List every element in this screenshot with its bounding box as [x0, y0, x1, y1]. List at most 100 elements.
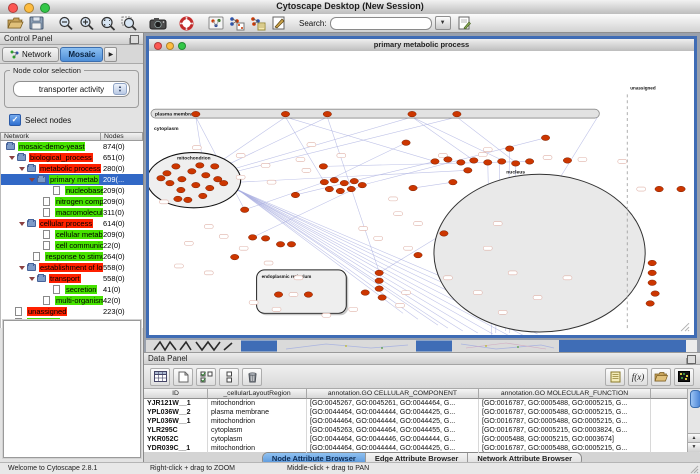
- network-node[interactable]: [402, 140, 410, 146]
- select-attributes-icon[interactable]: [196, 368, 216, 386]
- network-node[interactable]: [541, 135, 549, 141]
- network-edge[interactable]: [245, 182, 325, 210]
- expand-icon[interactable]: [29, 178, 35, 182]
- table-cell[interactable]: YJR121W__1: [144, 399, 208, 408]
- select-nodes-checkbox[interactable]: ✓: [9, 114, 21, 126]
- network-node[interactable]: [457, 160, 465, 166]
- network-node[interactable]: [440, 231, 448, 237]
- table-cell[interactable]: [GO:0044464, GO:0044444, GO:0044425, G..…: [307, 408, 479, 417]
- table-cell[interactable]: YKR052C: [144, 435, 208, 444]
- network-node[interactable]: [336, 188, 344, 194]
- table-cell[interactable]: [GO:0044464, GO:0044444, GO:0044425, G..…: [307, 444, 479, 453]
- table-cell[interactable]: mitochondrion: [208, 399, 307, 408]
- tree-row[interactable]: nitrogen compo209(0): [1, 196, 143, 207]
- network-node[interactable]: [178, 176, 186, 182]
- network-node[interactable]: [563, 158, 571, 164]
- network-label[interactable]: nitrogen compo: [55, 197, 103, 206]
- float-panel-icon[interactable]: [130, 35, 139, 44]
- delete-attribute-icon[interactable]: [242, 368, 262, 386]
- network-node[interactable]: [511, 161, 519, 167]
- network-node[interactable]: [361, 290, 369, 296]
- tab-network[interactable]: Network: [2, 47, 59, 62]
- network-label[interactable]: response to stimulu: [45, 252, 103, 261]
- tree-row[interactable]: biological_process651(0): [1, 152, 143, 163]
- table-cell[interactable]: [GO:0045267, GO:0045261, GO:0044464, G..…: [307, 399, 479, 408]
- table-cell[interactable]: [GO:0016787, GO:0005488, GO:0005215, G..…: [479, 444, 651, 453]
- network-node[interactable]: [651, 291, 659, 297]
- table-row[interactable]: YLR295Ccytoplasm[GO:0045263, GO:0044464,…: [144, 426, 700, 435]
- attribute-table-icon[interactable]: [150, 368, 170, 386]
- network-node[interactable]: [408, 111, 416, 117]
- table-cell[interactable]: mitochondrion: [208, 417, 307, 426]
- network-node[interactable]: [174, 196, 182, 202]
- column-header[interactable]: _cellularLayoutRegion: [208, 389, 307, 399]
- network-node[interactable]: [449, 179, 457, 185]
- network-node[interactable]: [525, 159, 533, 165]
- frame-resize-grip[interactable]: [681, 323, 689, 331]
- expand-icon[interactable]: [29, 277, 35, 281]
- help-icon[interactable]: [176, 15, 197, 32]
- matrix-icon[interactable]: [674, 368, 694, 386]
- network-edge[interactable]: [221, 117, 457, 175]
- table-cell[interactable]: YPL036W__2: [144, 408, 208, 417]
- table-cell[interactable]: plasma membrane: [208, 408, 307, 417]
- tree-row[interactable]: cell communicat22(0): [1, 240, 143, 251]
- table-cell[interactable]: cytoplasm: [208, 435, 307, 444]
- network-node[interactable]: [444, 157, 452, 163]
- network-edge[interactable]: [413, 182, 453, 188]
- table-cell[interactable]: [GO:0045263, GO:0044464, GO:0044455, G..…: [307, 426, 479, 435]
- network-node[interactable]: [184, 197, 192, 203]
- network-node[interactable]: [304, 292, 312, 298]
- tree-row[interactable]: nucleobase-209(0): [1, 185, 143, 196]
- network-edge[interactable]: [412, 117, 503, 160]
- network-node[interactable]: [231, 254, 239, 260]
- tree-row[interactable]: cellular metabo209(0): [1, 229, 143, 240]
- region-nucleus[interactable]: [434, 174, 645, 332]
- layout-network-icon[interactable]: [226, 15, 247, 32]
- expand-icon[interactable]: [19, 266, 25, 270]
- network-label[interactable]: multi-organism pro: [55, 296, 103, 305]
- tree-header-network[interactable]: Network: [0, 132, 101, 141]
- expand-icon[interactable]: [19, 167, 25, 171]
- scroll-down-icon[interactable]: ▼: [688, 442, 700, 452]
- tree-row[interactable]: metabolic process280(0): [1, 163, 143, 174]
- zoom-out-icon[interactable]: [55, 15, 76, 32]
- network-node[interactable]: [375, 278, 383, 284]
- network-node[interactable]: [281, 111, 289, 117]
- network-label[interactable]: secretion: [65, 285, 97, 294]
- save-session-icon[interactable]: [26, 15, 47, 32]
- network-node[interactable]: [291, 192, 299, 198]
- tree-row[interactable]: transport558(0): [1, 273, 143, 284]
- table-cell[interactable]: YPL036W__1: [144, 417, 208, 426]
- network-node[interactable]: [325, 186, 333, 192]
- network-node[interactable]: [358, 182, 366, 188]
- network-node[interactable]: [320, 179, 328, 185]
- network-node[interactable]: [655, 186, 663, 192]
- frame-resize-grip[interactable]: [688, 330, 689, 331]
- tree-row[interactable]: secretion41(0): [1, 284, 143, 295]
- network-node[interactable]: [211, 164, 219, 170]
- search-input[interactable]: [330, 17, 432, 30]
- zoom-selected-icon[interactable]: [118, 15, 139, 32]
- network-node[interactable]: [276, 242, 284, 248]
- network-label[interactable]: establishment of lo: [39, 263, 103, 272]
- notes-icon[interactable]: [605, 368, 625, 386]
- network-node[interactable]: [166, 180, 174, 186]
- open-session-icon[interactable]: [5, 15, 26, 32]
- annotation-icon[interactable]: [268, 15, 289, 32]
- birdseye-view[interactable]: [3, 320, 141, 458]
- network-node[interactable]: [453, 111, 461, 117]
- tree-row[interactable]: cellular process614(0): [1, 218, 143, 229]
- table-cell[interactable]: [GO:0044464, GO:0044444, GO:0044425, G..…: [307, 417, 479, 426]
- function-builder-icon[interactable]: f(x): [628, 368, 648, 386]
- table-scrollbar[interactable]: ▲ ▼: [687, 389, 700, 452]
- network-label[interactable]: biological_process: [29, 153, 93, 162]
- network-node[interactable]: [287, 242, 295, 248]
- network-node[interactable]: [409, 185, 417, 191]
- tree-row[interactable]: macromolecule311(0): [1, 207, 143, 218]
- network-node[interactable]: [350, 178, 358, 184]
- network-node[interactable]: [505, 146, 513, 152]
- network-node[interactable]: [484, 160, 492, 166]
- network-node[interactable]: [163, 171, 171, 177]
- table-cell[interactable]: YDR039C__1: [144, 444, 208, 453]
